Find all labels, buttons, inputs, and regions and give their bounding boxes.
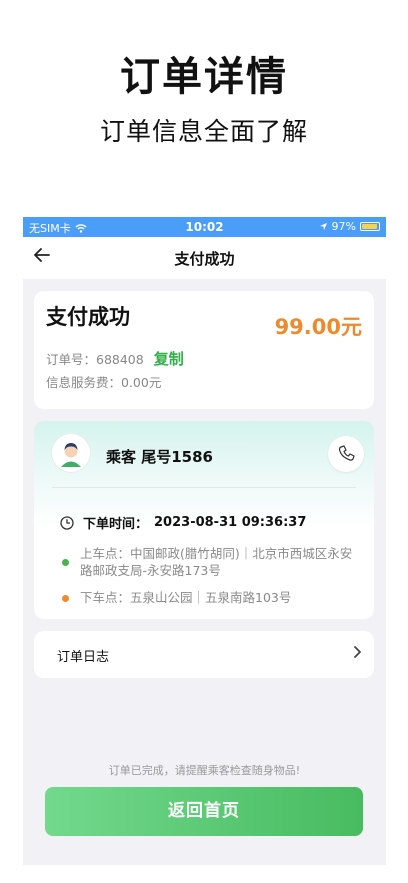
- avatar: [52, 434, 90, 472]
- phone-icon: [338, 445, 355, 461]
- service-fee: 信息服务费：0.00元: [46, 375, 162, 390]
- status-bar: 无SIM卡 10:02 97%: [23, 217, 386, 237]
- order-log-item[interactable]: 订单日志: [34, 631, 374, 678]
- chevron-right-icon: [352, 644, 362, 663]
- clock-icon: [60, 515, 74, 530]
- payment-status: 支付成功: [46, 305, 130, 329]
- order-time-label: 下单时间：: [83, 517, 149, 532]
- trip-card: 乘客 尾号1586 下单时间： 2023-08-31 09:36:37 上车点：中…: [34, 421, 374, 619]
- order-time-value: 2023-08-31 09:36:37: [154, 515, 307, 530]
- payment-card: 支付成功 99.00元 订单号：688408 复制 信息服务费：0.00元: [34, 291, 374, 409]
- battery-icon: [360, 222, 380, 231]
- promo-header: 订单详情 订单信息全面了解: [0, 0, 408, 215]
- return-home-button[interactable]: 返回首页: [45, 787, 363, 836]
- battery-percent: 97%: [331, 220, 356, 233]
- call-button[interactable]: [328, 436, 364, 472]
- dropoff-dot-icon: [62, 595, 69, 602]
- pickup-dot-icon: [62, 559, 69, 566]
- order-number-row: 订单号：688408 复制: [46, 348, 184, 369]
- completion-notice: 订单已完成，请提醒乘客检查随身物品!: [108, 764, 301, 777]
- nav-title: 支付成功: [174, 250, 235, 268]
- dropoff-location: 下车点：五泉山公园｜五泉南路103号: [80, 590, 292, 605]
- order-log-label: 订单日志: [57, 650, 110, 665]
- passenger-avatar-icon: [61, 443, 81, 467]
- divider: [52, 487, 356, 488]
- payment-amount: 99.00元: [274, 315, 362, 339]
- promo-subtitle: 订单信息全面了解: [99, 117, 308, 146]
- location-arrow-icon: [319, 222, 327, 231]
- promo-title: 订单详情: [120, 54, 288, 100]
- order-time-row: 下单时间： 2023-08-31 09:36:37: [60, 513, 306, 532]
- nav-bar: 支付成功: [23, 237, 386, 279]
- passenger-label: 乘客 尾号1586: [106, 448, 213, 466]
- pickup-location: 上车点：中国邮政(腊竹胡同)｜北京市西城区永安路邮政支局-永安路173号: [80, 546, 353, 578]
- phone-screen: 无SIM卡 10:02 97% 支付成功 支付成功 99.00元 订单号：688…: [23, 217, 386, 865]
- status-right: 97%: [319, 220, 380, 233]
- order-number: 订单号：688408: [46, 352, 144, 367]
- copy-button[interactable]: 复制: [154, 350, 184, 368]
